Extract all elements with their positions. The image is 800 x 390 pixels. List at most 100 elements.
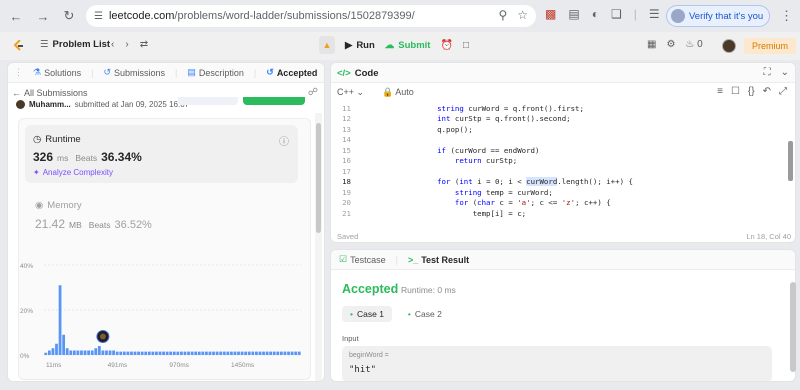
page-scrollbar[interactable]	[788, 62, 798, 382]
runtime-card[interactable]: ◷ Runtime ⓘ 326 ms Beats 36.34% ✦ Analyze …	[25, 125, 298, 183]
extension-dark-icon[interactable]: ◐	[592, 7, 599, 21]
premium-button[interactable]: Premium	[744, 38, 796, 54]
test-panel: ☑ Testcase | >_ Test Result Accepted Runti…	[330, 249, 796, 382]
expand-editor-icon[interactable]: ⤢	[779, 86, 787, 97]
tab-submissions[interactable]: ↺ Submissions	[103, 67, 165, 78]
timer-icon[interactable]: ⏰	[440, 40, 452, 51]
code-line[interactable]: 11 string curWord = q.front().first;	[331, 103, 795, 114]
auto-mode[interactable]: 🔒 Auto	[382, 87, 414, 98]
undo-icon[interactable]: ↶	[763, 86, 771, 97]
success-dot-icon: •	[407, 309, 411, 319]
extensions-puzzle-icon[interactable]: ❑	[611, 7, 622, 21]
tab-accepted[interactable]: ↺Accepted✕	[266, 67, 324, 78]
line-number: 12	[342, 114, 351, 124]
runtime-beats-value: 36.34%	[101, 150, 142, 164]
left-scrollbar-thumb[interactable]	[316, 123, 321, 233]
chart-bar	[287, 351, 290, 355]
tab-solutions[interactable]: ⚗ Solutions	[33, 67, 81, 78]
forward-icon[interactable]: →	[32, 5, 54, 27]
settings-icon[interactable]: ⚙	[666, 39, 675, 50]
extension-car-icon[interactable]: ▩	[545, 7, 556, 21]
author-name[interactable]: Muhamm...	[29, 100, 71, 109]
code-text: if (curWord == endWord)	[437, 145, 540, 155]
chart-bar	[69, 350, 73, 355]
chart-bar	[269, 351, 273, 355]
code-area[interactable]: 11 string curWord = q.front().first; 12 i…	[331, 103, 795, 231]
chart-bar	[208, 351, 212, 355]
editor-title: Code	[354, 68, 379, 79]
primary-action-button[interactable]	[243, 97, 305, 105]
chart-bar	[230, 351, 233, 355]
run-button[interactable]: ▶ Run	[345, 40, 375, 51]
tab-description[interactable]: ▤ Description	[187, 67, 244, 78]
code-line[interactable]: 18 for (int i = 0; i < curWord.length();…	[331, 177, 795, 188]
braces-icon[interactable]: {}	[748, 86, 755, 97]
secondary-action-button[interactable]	[178, 97, 238, 105]
tab-test-result[interactable]: >_ Test Result	[408, 255, 469, 265]
chart-bar	[222, 351, 226, 355]
editor-header: </> Code ⛶ ⌄	[331, 63, 795, 83]
reload-icon[interactable]: ↻	[58, 5, 80, 27]
fire-streak[interactable]: ♨ 0	[685, 39, 702, 50]
chart-bar	[44, 352, 48, 355]
code-line[interactable]: 12 int curStp = q.front().second;	[331, 114, 795, 125]
browser-toolbar: ← → ↻ ☰ leetcode.com/problems/word-ladde…	[0, 0, 800, 32]
info-icon[interactable]: ⓘ	[279, 133, 289, 148]
media-control-icon[interactable]: ☰	[649, 7, 660, 21]
code-line[interactable]: 21 temp[i] = c;	[331, 208, 795, 219]
analyze-complexity-link[interactable]: ✦ Analyze Complexity	[33, 168, 113, 177]
zoom-icon[interactable]: ⚲	[498, 8, 507, 22]
link-icon[interactable]: ☍	[308, 87, 318, 98]
memory-header[interactable]: ◉ Memory	[35, 200, 82, 211]
next-problem-icon[interactable]: ›	[125, 39, 128, 50]
code-line[interactable]: 16 return curStp;	[331, 156, 795, 167]
collapse-handle[interactable]: ⋮	[14, 67, 23, 78]
chart-bar	[240, 351, 244, 355]
bookmark-star-icon[interactable]: ☆	[517, 8, 528, 22]
runtime-distribution-chart[interactable]: 40% 20% 0% 11ms 491ms 970ms 1450ms	[18, 258, 308, 378]
language-select[interactable]: C++ ⌄	[337, 87, 364, 98]
submit-button[interactable]: ☁ Submit	[385, 40, 431, 51]
tab-testcase[interactable]: ☑ Testcase	[339, 254, 386, 265]
site-info-icon[interactable]: ☰	[94, 11, 103, 22]
verify-profile-button[interactable]: Verify that it's you	[666, 5, 770, 27]
chart-bar	[72, 350, 76, 355]
address-bar[interactable]: ☰ leetcode.com/problems/word-ladder/subm…	[86, 5, 536, 27]
code-text: q.pop();	[437, 124, 473, 134]
line-number: 18	[342, 177, 351, 187]
code-line[interactable]: 19 string temp = curWord;	[331, 187, 795, 198]
page-scrollbar-thumb[interactable]	[790, 282, 796, 372]
chart-bar	[130, 351, 133, 355]
problem-list-link[interactable]: ☰ Problem List	[40, 39, 110, 50]
extension-reader-icon[interactable]: ▤	[568, 7, 579, 21]
runtime-beats-label: Beats	[75, 153, 98, 163]
browser-menu-icon[interactable]: ⋮	[780, 8, 793, 24]
chart-bar	[276, 351, 280, 355]
user-avatar[interactable]	[722, 39, 736, 53]
bookmark-icon[interactable]: ☐	[731, 86, 740, 97]
prev-problem-icon[interactable]: ‹	[111, 39, 114, 50]
code-line[interactable]: 20 for (char c = 'a'; c <= 'z'; c++) {	[331, 198, 795, 209]
leetcode-logo[interactable]	[13, 40, 25, 52]
all-submissions-link[interactable]: ← All Submissions	[12, 88, 88, 98]
code-line[interactable]: 14	[331, 135, 795, 146]
close-tab-icon[interactable]: ✕	[323, 67, 324, 78]
layout-icon[interactable]: ▦	[647, 39, 656, 50]
format-icon[interactable]: ≡	[717, 86, 723, 97]
code-line[interactable]: 17	[331, 166, 795, 177]
note-icon[interactable]: □	[463, 40, 469, 51]
shuffle-icon[interactable]: ⇄	[140, 39, 148, 50]
debug-icon[interactable]: ▲	[319, 36, 335, 54]
chart-bar	[212, 351, 215, 355]
case-1-tab[interactable]: • Case 1	[342, 306, 392, 322]
back-icon[interactable]: ←	[5, 5, 27, 27]
code-line[interactable]: 15 if (curWord == endWord)	[331, 145, 795, 156]
url-text: leetcode.com/problems/word-ladder/submis…	[108, 10, 415, 22]
chart-bar	[233, 351, 237, 355]
success-dot-icon: •	[350, 309, 353, 319]
code-line[interactable]: 13 q.pop();	[331, 124, 795, 135]
code-text: string temp = curWord;	[454, 187, 553, 197]
line-number: 14	[342, 135, 351, 145]
expand-icon[interactable]: ⛶	[764, 67, 771, 78]
case-2-tab[interactable]: • Case 2	[400, 306, 450, 322]
